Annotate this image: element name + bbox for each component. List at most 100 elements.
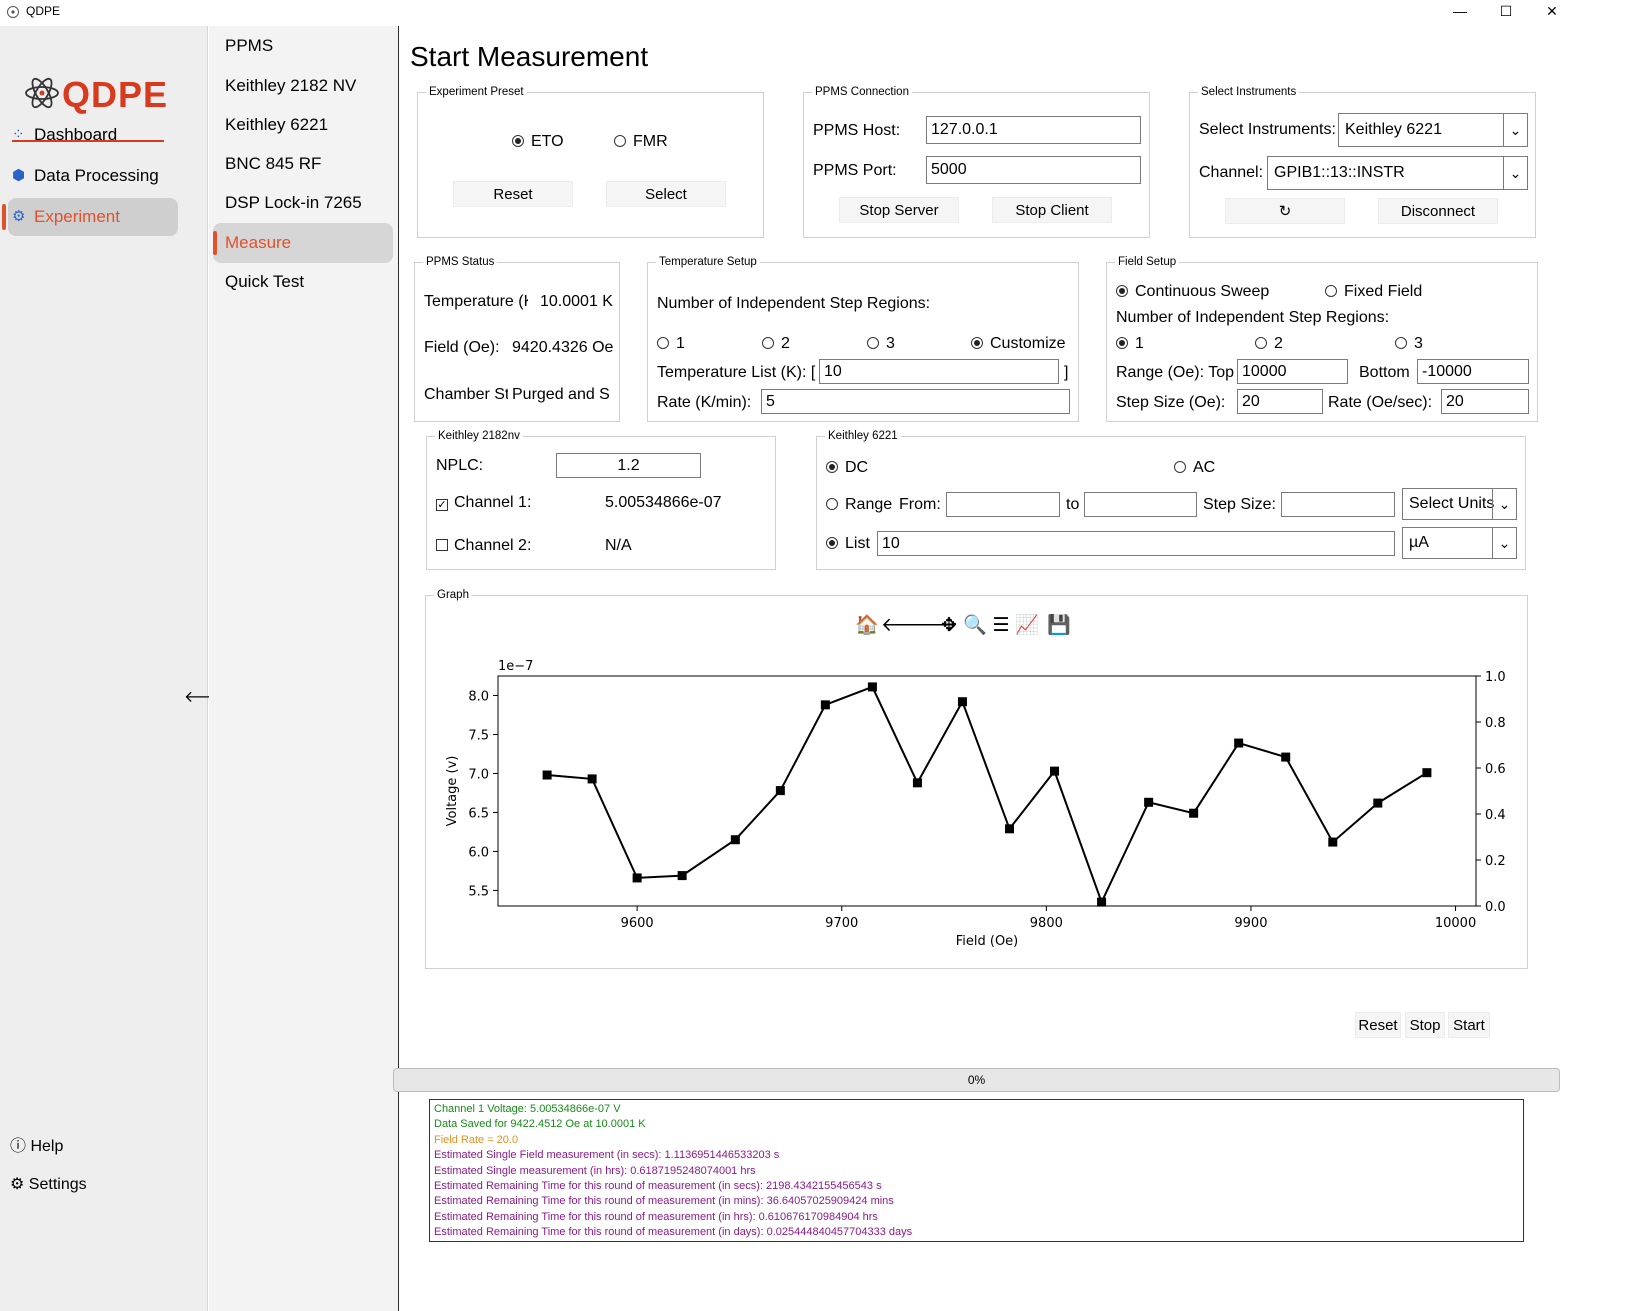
range-to-input[interactable] bbox=[1084, 492, 1197, 517]
log-line: Estimated Remaining Time for this round … bbox=[434, 1180, 882, 1193]
subnav-item-label: Keithley 6221 bbox=[225, 115, 329, 134]
range-step-input[interactable] bbox=[1281, 492, 1395, 517]
fixed-field-radio[interactable]: Fixed Field bbox=[1325, 283, 1422, 301]
sidebar-item-settings[interactable]: ⚙ Settings bbox=[10, 1174, 87, 1194]
subnav-item-dsp-lockin[interactable]: DSP Lock-in 7265 bbox=[213, 183, 393, 223]
list-units-select[interactable]: µA ⌄ bbox=[1402, 527, 1517, 559]
log-line: Estimated Remaining Time for this round … bbox=[434, 1226, 913, 1239]
ppms-port-input[interactable]: 5000 bbox=[926, 156, 1141, 184]
preset-reset-button[interactable]: Reset bbox=[453, 181, 573, 207]
nplc-input[interactable]: 1.2 bbox=[556, 453, 701, 478]
field-label: Field (Oe): bbox=[424, 339, 500, 356]
subnav-item-label: Quick Test bbox=[225, 272, 305, 291]
disconnect-button[interactable]: Disconnect bbox=[1378, 198, 1498, 224]
subnav-item-keithley-2182[interactable]: Keithley 2182 NV bbox=[213, 66, 393, 106]
checkbox-label: Channel 2: bbox=[454, 537, 532, 554]
field-bottom-input[interactable]: -10000 bbox=[1417, 359, 1529, 384]
cube-icon: ⬢ bbox=[12, 167, 26, 184]
ppms-host-input[interactable]: 127.0.0.1 bbox=[926, 116, 1141, 144]
subnav-item-quick-test[interactable]: Quick Test bbox=[213, 262, 393, 302]
ppms-status-group: PPMS Status Temperature (K 10.0001 K Fie… bbox=[414, 256, 620, 422]
channel-1-checkbox[interactable]: ✓ Channel 1: bbox=[436, 494, 531, 512]
range-from-input[interactable] bbox=[946, 492, 1060, 517]
x-axis-label: Field (Oe) bbox=[956, 934, 1019, 949]
log-line: Field Rate = 20.0 bbox=[434, 1133, 519, 1146]
field-top-input[interactable]: 10000 bbox=[1237, 359, 1348, 384]
dc-radio[interactable]: DC bbox=[826, 459, 868, 477]
preset-select-button[interactable]: Select bbox=[606, 181, 726, 207]
field-rate-input[interactable]: 20 bbox=[1441, 389, 1529, 414]
temp-regions-3-radio[interactable]: 3 bbox=[867, 335, 895, 353]
y-axis-label: Voltage (v) bbox=[445, 756, 460, 827]
maximize-button[interactable]: ☐ bbox=[1483, 0, 1529, 24]
temp-list-input[interactable]: 10 bbox=[819, 359, 1059, 384]
field-value: 9420.4326 Oe bbox=[512, 339, 614, 356]
data-point bbox=[1097, 897, 1107, 907]
field-regions-2-radio[interactable]: 2 bbox=[1255, 335, 1283, 353]
grid-icon: ⁘ bbox=[12, 126, 25, 143]
subnav-item-keithley-6221[interactable]: Keithley 6221 bbox=[213, 105, 393, 145]
sidebar-item-data-processing[interactable]: ⬢ Data Processing bbox=[8, 157, 178, 195]
data-point bbox=[1050, 766, 1060, 776]
field-step-input[interactable]: 20 bbox=[1237, 389, 1323, 414]
current-list-input[interactable]: 10 bbox=[877, 531, 1395, 556]
temp-regions-1-radio[interactable]: 1 bbox=[657, 335, 685, 353]
range-radio[interactable]: Range bbox=[826, 496, 892, 514]
sidebar-item-help[interactable]: ⓘ Help bbox=[10, 1132, 63, 1156]
measure-stop-button[interactable]: Stop bbox=[1405, 1012, 1445, 1038]
list-radio[interactable]: List bbox=[826, 535, 870, 553]
log-line: Data Saved for 9422.4512 Oe at 10.0001 K bbox=[434, 1118, 646, 1131]
subnav-item-bnc-845[interactable]: BNC 845 RF bbox=[213, 144, 393, 184]
temp-rate-input[interactable]: 5 bbox=[761, 389, 1070, 414]
range-units-select[interactable]: Select Units ⌄ bbox=[1402, 488, 1517, 520]
field-setup-group: Field Setup Continuous Sweep Fixed Field… bbox=[1106, 256, 1538, 422]
progress-text: 0% bbox=[967, 1073, 986, 1087]
radio-label: Continuous Sweep bbox=[1135, 283, 1270, 300]
minimize-button[interactable]: — bbox=[1437, 0, 1483, 24]
continuous-sweep-radio[interactable]: Continuous Sweep bbox=[1116, 283, 1269, 301]
radio-label: Customize bbox=[990, 335, 1066, 352]
field-regions-3-radio[interactable]: 3 bbox=[1395, 335, 1423, 353]
y-tick-label: 5.5 bbox=[468, 884, 489, 899]
log-console[interactable]: Channel 1 Voltage: 5.00534866e-07 V Data … bbox=[429, 1099, 1524, 1242]
refresh-button[interactable]: ↻ bbox=[1225, 198, 1345, 224]
temp-customize-radio[interactable]: Customize bbox=[971, 335, 1066, 353]
nplc-label: NPLC: bbox=[436, 457, 484, 474]
brand-text: QDPE bbox=[62, 74, 169, 115]
close-button[interactable]: ✕ bbox=[1529, 0, 1575, 24]
data-point bbox=[912, 778, 922, 788]
measure-reset-button[interactable]: Reset bbox=[1355, 1012, 1401, 1038]
field-rate-label: Rate (Oe/sec): bbox=[1328, 394, 1433, 411]
combo-value: µA bbox=[1409, 534, 1429, 551]
stop-server-button[interactable]: Stop Server bbox=[839, 197, 959, 223]
stop-client-button[interactable]: Stop Client bbox=[992, 197, 1112, 223]
field-regions-label: Number of Independent Step Regions: bbox=[1116, 309, 1390, 326]
preset-eto-radio[interactable]: ETO bbox=[512, 133, 564, 151]
subnav-item-measure[interactable]: Measure bbox=[213, 223, 393, 263]
sidebar-item-dashboard[interactable]: ⁘ Dashboard bbox=[8, 116, 178, 154]
group-legend: Experiment Preset bbox=[426, 86, 527, 98]
instrument-select[interactable]: Keithley 6221 ⌄ bbox=[1338, 113, 1528, 147]
ppms-connection-group: PPMS Connection PPMS Host: 127.0.0.1 PPM… bbox=[803, 86, 1150, 238]
window-title: QDPE bbox=[26, 4, 61, 18]
sidebar-item-experiment[interactable]: ⚙ Experiment bbox=[2, 198, 178, 236]
channel-select[interactable]: GPIB1::13::INSTR ⌄ bbox=[1267, 156, 1528, 190]
data-point bbox=[587, 774, 597, 784]
measure-start-button[interactable]: Start bbox=[1448, 1012, 1490, 1038]
data-point bbox=[1373, 798, 1383, 808]
temp-regions-2-radio[interactable]: 2 bbox=[762, 335, 790, 353]
group-legend: PPMS Status bbox=[423, 256, 498, 268]
preset-fmr-radio[interactable]: FMR bbox=[614, 133, 668, 151]
page-title: Start Measurement bbox=[410, 41, 649, 72]
temperature-value: 10.0001 K bbox=[540, 293, 613, 310]
temp-list-label: Temperature List (K): [ bbox=[657, 364, 816, 381]
subnav-item-ppms[interactable]: PPMS bbox=[213, 26, 393, 66]
channel-label: Channel: bbox=[1199, 164, 1264, 181]
sidebar-item-label: Settings bbox=[28, 1176, 87, 1193]
data-point bbox=[957, 697, 967, 707]
cpu-icon: ⚙ bbox=[12, 208, 26, 225]
ac-radio[interactable]: AC bbox=[1174, 459, 1215, 477]
channel-2-checkbox[interactable]: Channel 2: bbox=[436, 537, 531, 555]
field-regions-1-radio[interactable]: 1 bbox=[1116, 335, 1144, 353]
app-logo-icon bbox=[7, 6, 19, 18]
